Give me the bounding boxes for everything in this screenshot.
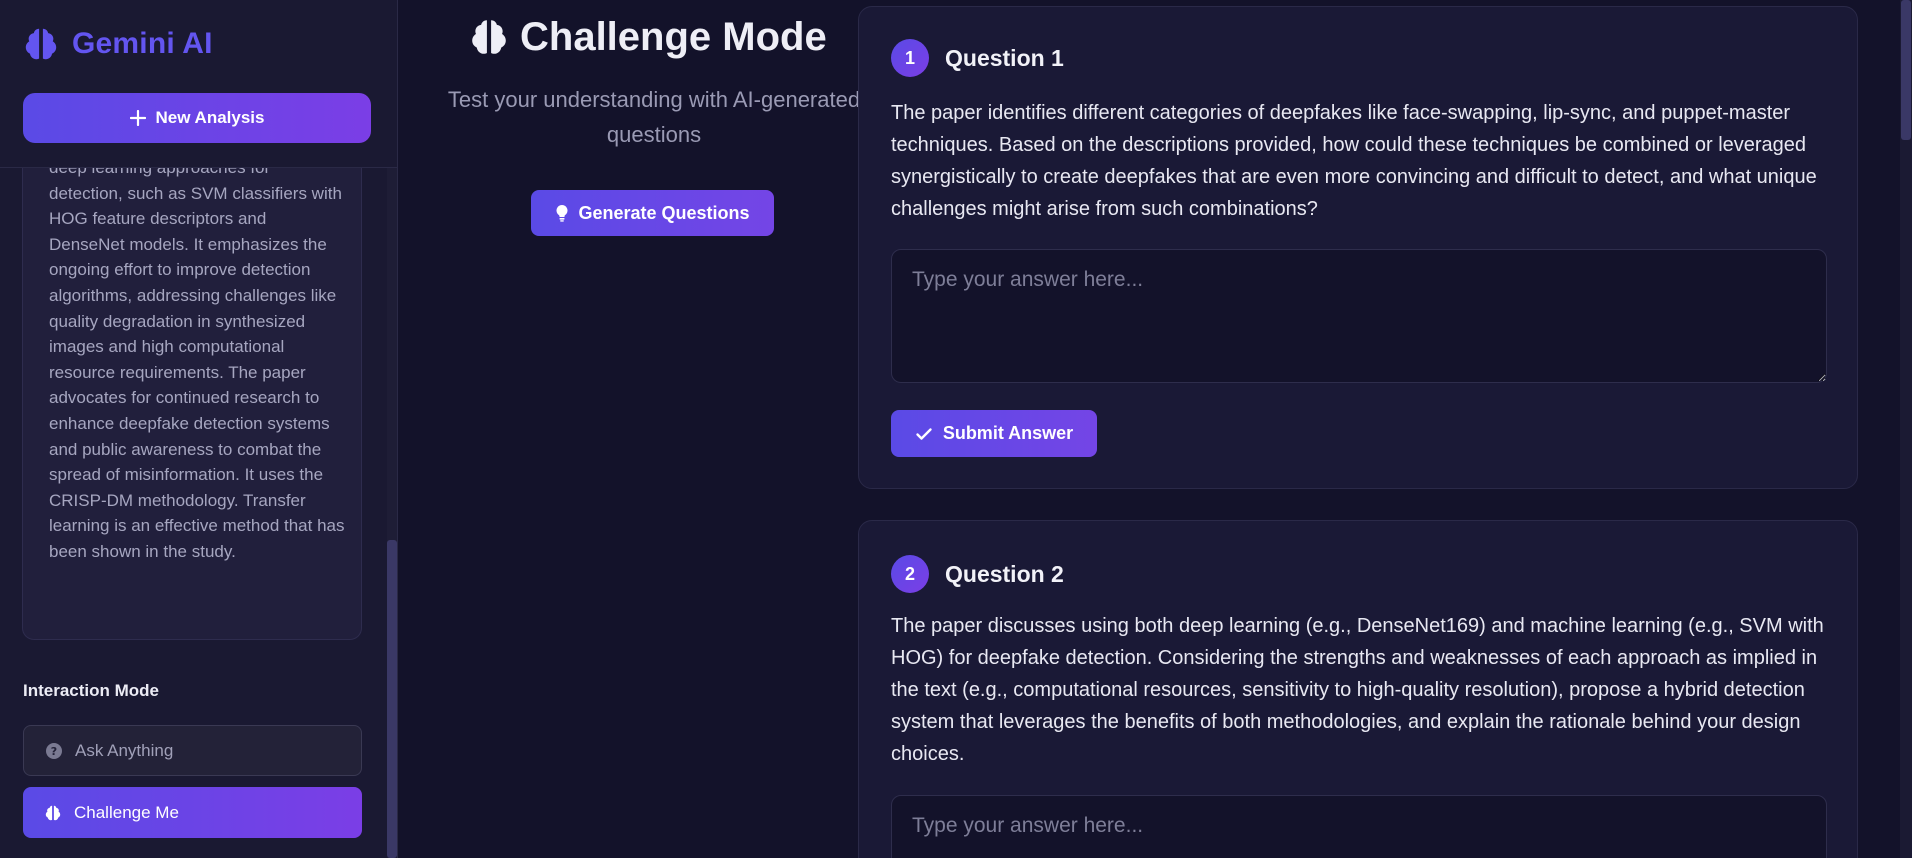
mode-ask-anything-button[interactable]: ? Ask Anything bbox=[23, 725, 362, 776]
new-analysis-button[interactable]: New Analysis bbox=[23, 93, 371, 143]
brain-icon bbox=[472, 20, 506, 54]
question-title: Question 2 bbox=[945, 560, 1064, 587]
brand[interactable]: Gemini AI bbox=[22, 22, 213, 66]
question-number-badge: 2 bbox=[891, 555, 929, 593]
question-card: 1 Question 1 The paper identifies differ… bbox=[858, 6, 1858, 489]
question-header: 2 Question 2 bbox=[891, 555, 1064, 593]
generate-questions-button[interactable]: Generate Questions bbox=[531, 190, 774, 236]
brain-icon bbox=[45, 805, 61, 820]
page-title-text: Challenge Mode bbox=[520, 14, 827, 59]
svg-text:?: ? bbox=[51, 745, 57, 758]
check-icon bbox=[916, 427, 932, 440]
submit-answer-button[interactable]: Submit Answer bbox=[891, 410, 1097, 457]
answer-input[interactable] bbox=[891, 795, 1827, 858]
page-title: Challenge Mode bbox=[468, 12, 827, 62]
interaction-mode-heading: Interaction Mode bbox=[23, 681, 160, 700]
question-icon: ? bbox=[46, 742, 62, 759]
question-card: 2 Question 2 The paper discusses using b… bbox=[858, 520, 1858, 858]
question-text: The paper identifies different categorie… bbox=[891, 102, 1817, 220]
lightbulb-icon bbox=[556, 204, 569, 222]
sidebar: deep learning approaches for detection, … bbox=[0, 0, 398, 858]
app-title: Gemini AI bbox=[72, 27, 213, 60]
page-subtitle: Test your understanding with AI-generate… bbox=[447, 87, 861, 147]
generate-questions-label: Generate Questions bbox=[578, 202, 750, 223]
page-scrollbar-thumb[interactable] bbox=[1901, 0, 1911, 140]
question-text: The paper discusses using both deep lear… bbox=[891, 615, 1824, 765]
summary-text: deep learning approaches for detection, … bbox=[49, 158, 345, 561]
answer-input[interactable] bbox=[891, 249, 1827, 383]
question-number-badge: 1 bbox=[891, 39, 929, 77]
plus-icon bbox=[129, 110, 146, 126]
mode-challenge-me-label: Challenge Me bbox=[74, 802, 179, 822]
mode-ask-anything-label: Ask Anything bbox=[75, 740, 174, 760]
question-title: Question 1 bbox=[945, 44, 1064, 71]
sidebar-scrollbar-thumb[interactable] bbox=[387, 540, 397, 858]
question-header: 1 Question 1 bbox=[891, 39, 1064, 77]
sidebar-header: Gemini AI New Analysis bbox=[0, 0, 397, 168]
brain-icon bbox=[25, 28, 57, 60]
submit-answer-label: Submit Answer bbox=[942, 423, 1074, 443]
mode-challenge-me-button[interactable]: Challenge Me bbox=[23, 787, 362, 838]
new-analysis-label: New Analysis bbox=[155, 108, 265, 127]
